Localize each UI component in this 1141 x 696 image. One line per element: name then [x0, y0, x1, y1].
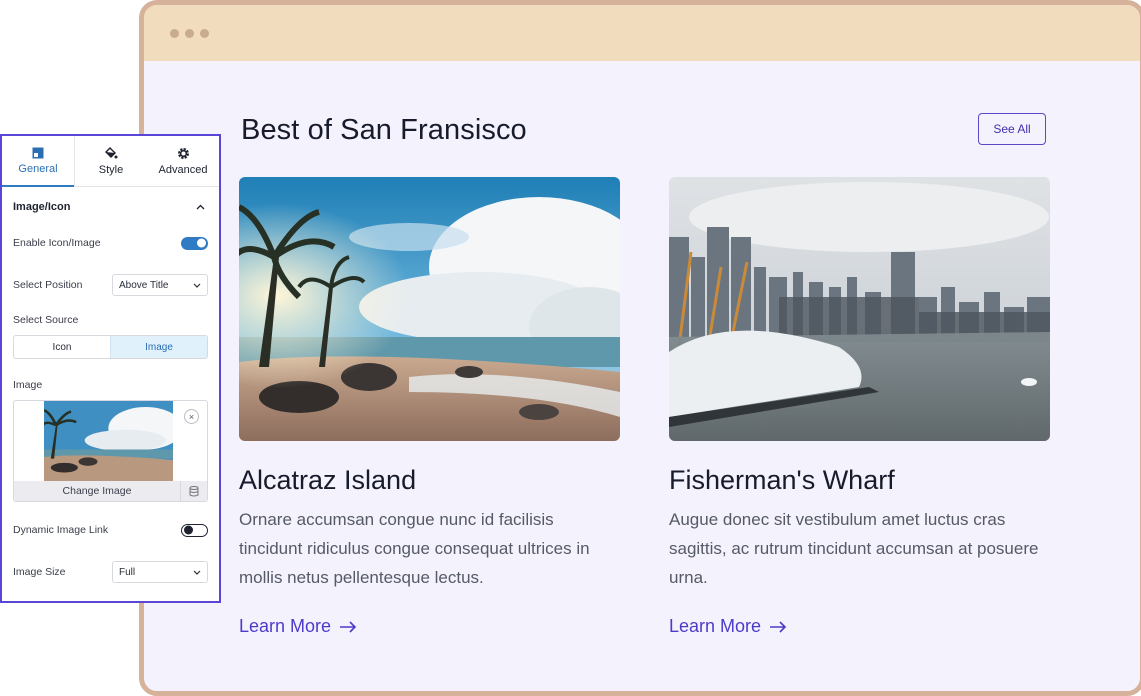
- settings-panel: General Style Advanced Image/Icon Enable…: [0, 134, 221, 603]
- panel-tabs: General Style Advanced: [2, 136, 219, 187]
- tab-label: Style: [98, 164, 124, 176]
- image-size-value: Full: [119, 566, 136, 578]
- browser-top-bar: [144, 5, 1140, 61]
- image-size-select[interactable]: Full: [112, 561, 208, 583]
- card-title: Alcatraz Island: [239, 465, 417, 495]
- window-dots: [170, 29, 209, 38]
- paint-bucket-icon: [105, 147, 118, 159]
- enable-row: Enable Icon/Image: [2, 230, 219, 256]
- gear-icon: [177, 147, 189, 159]
- learn-more-link[interactable]: Learn More: [669, 616, 787, 637]
- image-label: Image: [13, 379, 43, 391]
- remove-image-button[interactable]: ×: [184, 409, 199, 424]
- learn-more-link[interactable]: Learn More: [239, 616, 357, 637]
- image-picker-footer: Change Image: [14, 481, 207, 501]
- dynamic-link-row: Dynamic Image Link: [2, 517, 219, 543]
- change-image-button[interactable]: Change Image: [14, 485, 180, 497]
- card-title: Fisherman's Wharf: [669, 465, 895, 495]
- page-content: Best of San Fransisco See All Alcatraz I…: [144, 61, 1140, 691]
- position-value: Above Title: [119, 279, 169, 291]
- database-icon: [189, 485, 199, 496]
- chevron-down-icon: [193, 283, 201, 288]
- position-row: Select Position Above Title: [2, 272, 219, 298]
- card-image-city: [669, 177, 1050, 441]
- card: Alcatraz Island Ornare accumsan congue n…: [239, 177, 620, 637]
- close-icon: ×: [188, 411, 195, 422]
- position-label: Select Position: [13, 279, 83, 291]
- image-picker: × Change Image: [13, 400, 208, 502]
- chevron-up-icon: [196, 204, 205, 210]
- card-image-beach: [239, 177, 620, 441]
- chevron-down-icon: [193, 570, 201, 575]
- tab-label: Advanced: [158, 163, 208, 176]
- card-description: Ornare accumsan congue nunc id facilisis…: [239, 510, 590, 587]
- image-thumbnail: [44, 401, 173, 481]
- source-label: Select Source: [13, 314, 79, 326]
- source-option-image[interactable]: Image: [110, 336, 207, 358]
- tab-general[interactable]: General: [2, 136, 75, 187]
- source-option-icon[interactable]: Icon: [14, 336, 110, 358]
- section-header[interactable]: Image/Icon: [2, 189, 219, 225]
- learn-more-label: Learn More: [669, 616, 762, 636]
- tab-style[interactable]: Style: [75, 136, 147, 186]
- toggle-knob: [184, 525, 193, 535]
- enable-toggle[interactable]: [181, 236, 208, 250]
- card: Fisherman's Wharf Augue donec sit vestib…: [669, 177, 1050, 637]
- position-select[interactable]: Above Title: [112, 274, 208, 296]
- tab-advanced[interactable]: Advanced: [147, 136, 219, 186]
- browser-window: Best of San Fransisco See All Alcatraz I…: [139, 0, 1141, 696]
- arrow-right-icon: [770, 620, 787, 633]
- see-all-button[interactable]: See All: [978, 113, 1046, 145]
- dynamic-link-label: Dynamic Image Link: [13, 524, 109, 536]
- image-size-row: Image Size Full: [2, 559, 219, 585]
- window-dot: [185, 29, 194, 38]
- window-dot: [200, 29, 209, 38]
- card-description: Augue donec sit vestibulum amet luctus c…: [669, 510, 1039, 587]
- page-title: Best of San Fransisco: [241, 114, 527, 146]
- learn-more-label: Learn More: [239, 616, 332, 636]
- source-segmented-control: Icon Image: [13, 335, 208, 359]
- window-dot: [170, 29, 179, 38]
- tab-label: General: [18, 163, 58, 175]
- image-size-label: Image Size: [13, 566, 66, 578]
- enable-label: Enable Icon/Image: [13, 237, 101, 249]
- layout-icon: [32, 147, 44, 159]
- dynamic-link-toggle[interactable]: [181, 523, 208, 537]
- arrow-right-icon: [340, 620, 357, 633]
- section-title: Image/Icon: [13, 201, 71, 213]
- dynamic-source-button[interactable]: [180, 481, 207, 501]
- toggle-knob: [197, 238, 206, 248]
